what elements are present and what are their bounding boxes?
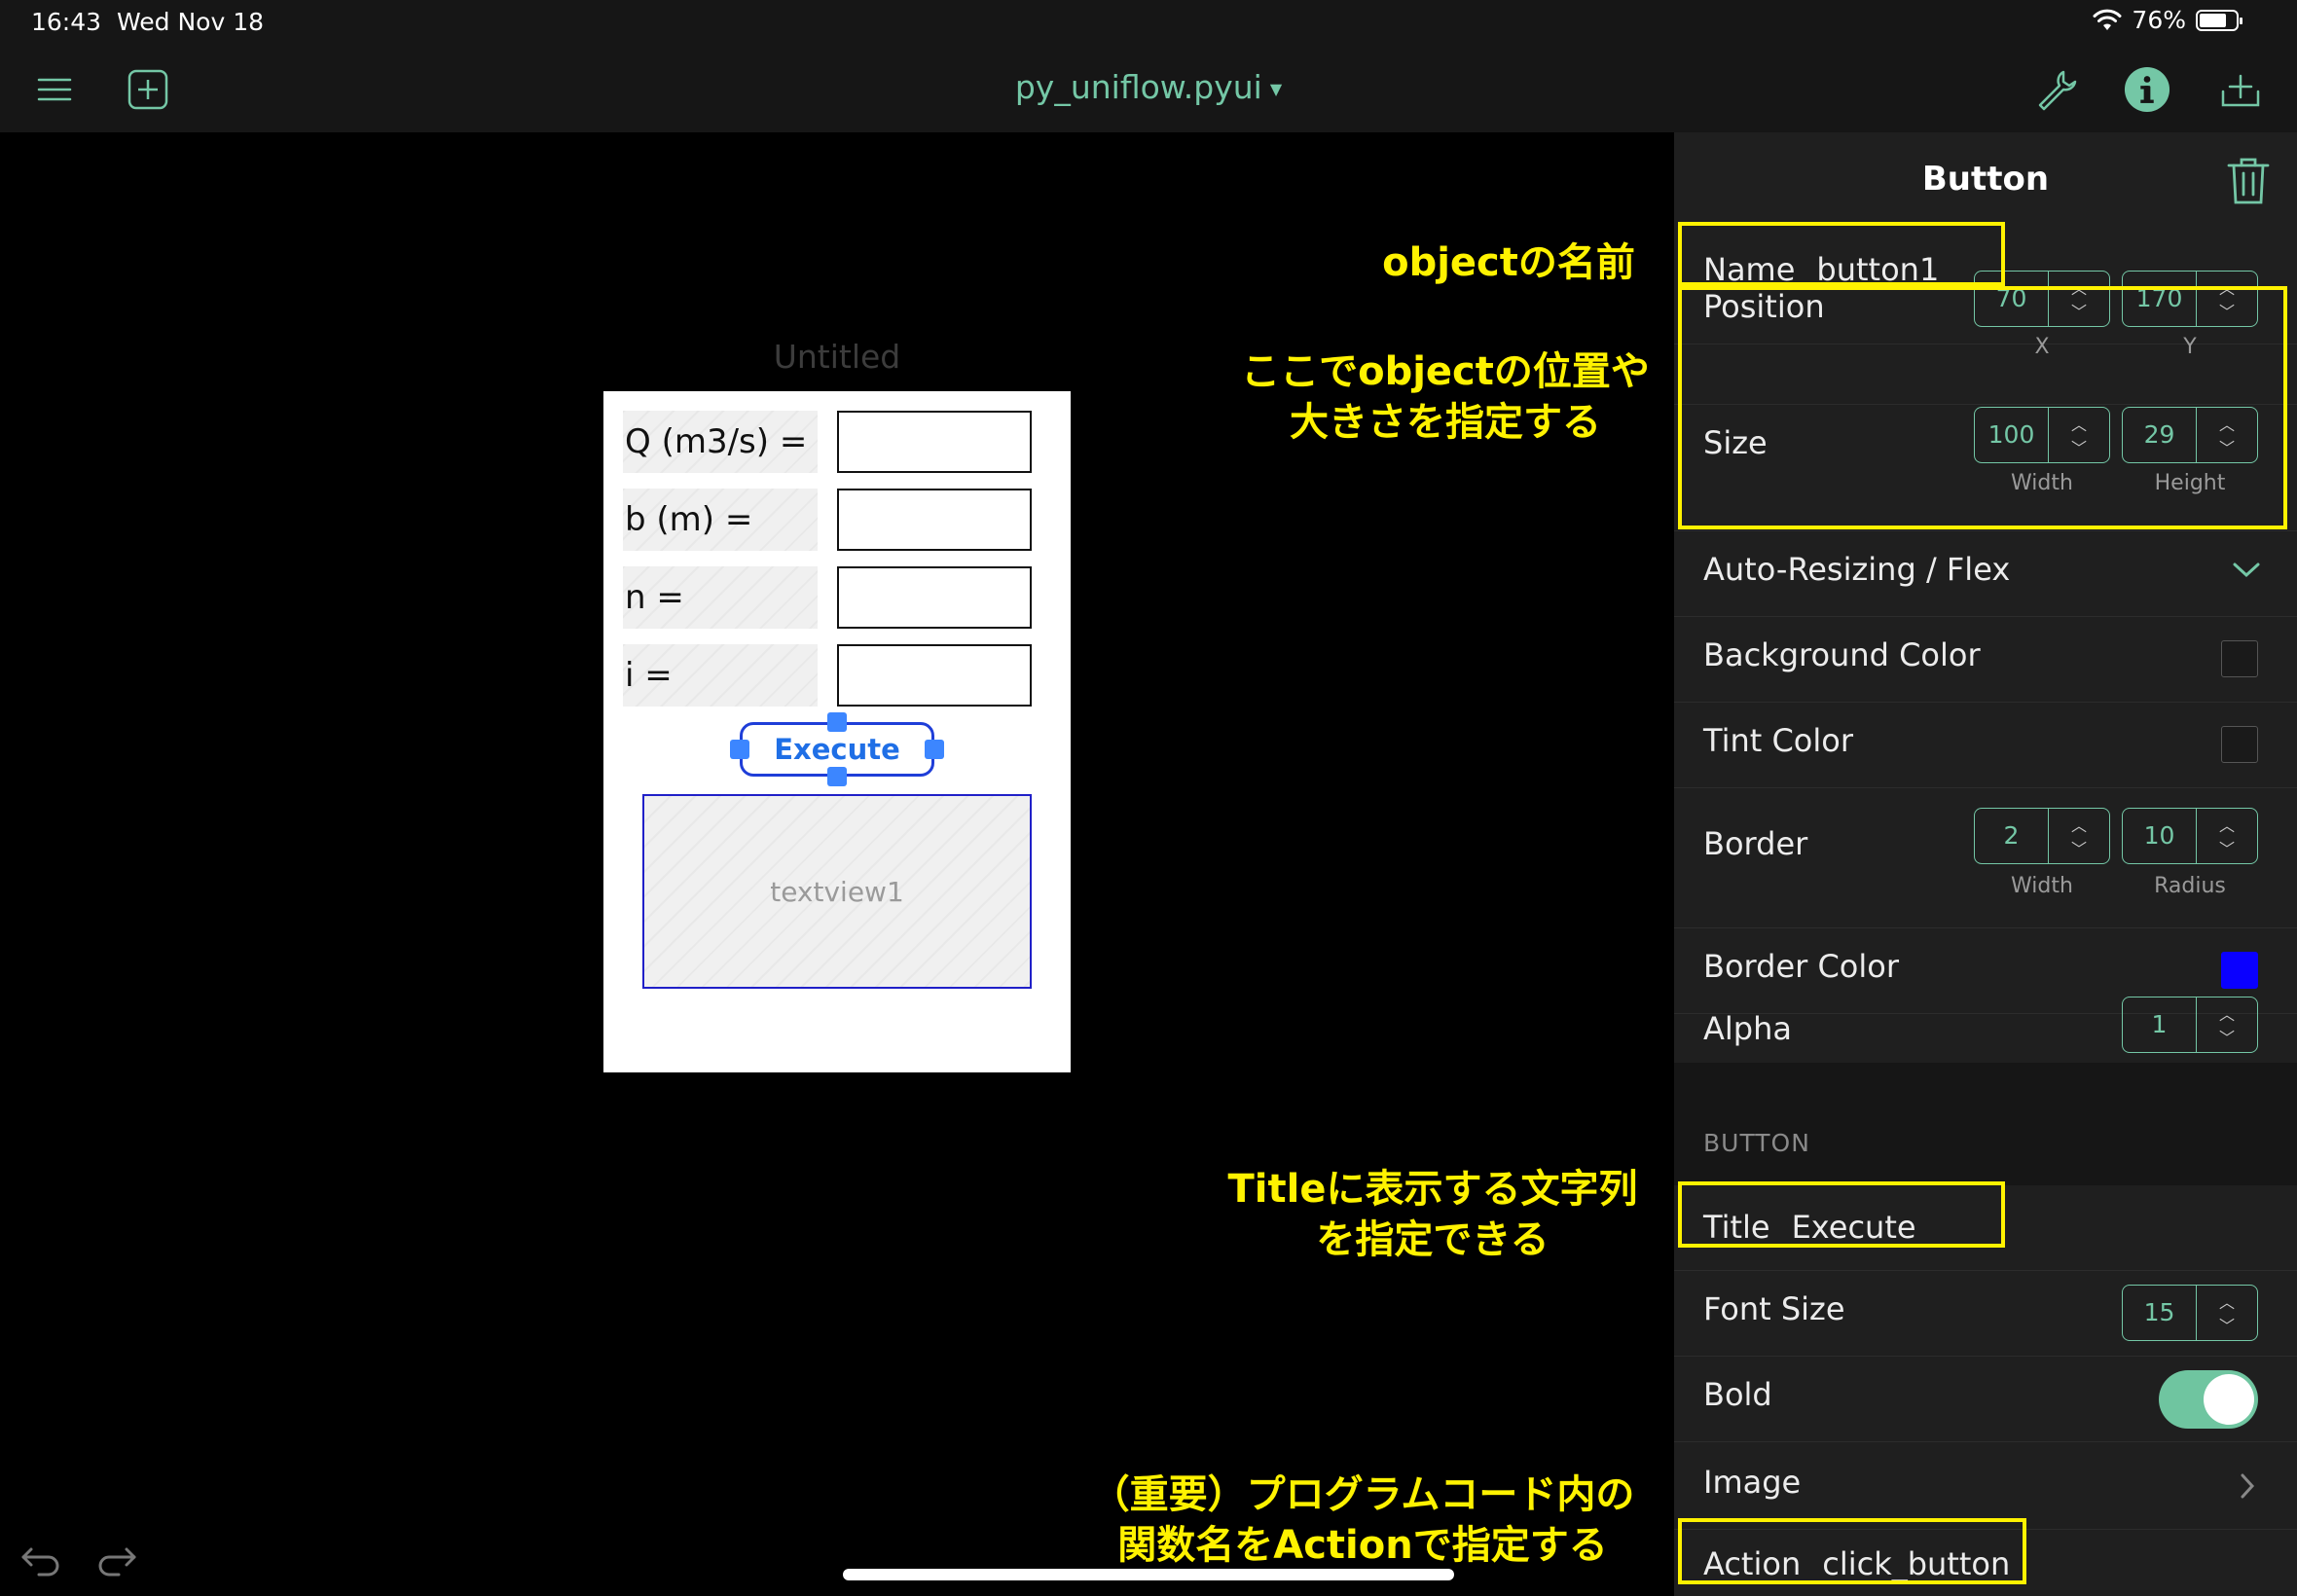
annotation-box-action xyxy=(1678,1518,2026,1584)
autoresize-label: Auto-Resizing / Flex xyxy=(1703,551,2011,588)
alpha-row: Alpha 1 ︿ ﹀ xyxy=(1674,997,2297,1063)
background-color-row[interactable]: Background Color xyxy=(1674,617,2297,703)
textfield-n[interactable] xyxy=(837,566,1032,629)
battery-percent: 76% xyxy=(2132,6,2186,34)
annotation-action-1: （重要）プログラムコード内の xyxy=(1090,1472,1635,1517)
chevron-up-icon[interactable]: ︿ xyxy=(2219,1289,2235,1313)
redo-icon[interactable] xyxy=(95,1536,138,1578)
image-row[interactable]: Image xyxy=(1674,1442,2297,1530)
chevron-down-icon[interactable]: ﹀ xyxy=(2219,1313,2235,1336)
background-color-label: Background Color xyxy=(1703,636,1981,673)
font-size-value[interactable]: 15 xyxy=(2123,1286,2197,1340)
label-q[interactable]: Q (m3/s) = xyxy=(623,411,818,473)
status-indicators: 76% xyxy=(2093,6,2242,34)
label-i[interactable]: i = xyxy=(623,644,818,707)
wrench-icon[interactable] xyxy=(2032,66,2079,113)
toggle-knob xyxy=(2204,1374,2254,1425)
view-title: Untitled xyxy=(773,338,901,376)
annotation-title-2: を指定できる xyxy=(1316,1217,1550,1262)
resize-handle-left[interactable] xyxy=(730,740,749,759)
wifi-icon xyxy=(2093,9,2122,30)
annotation-box-frame xyxy=(1678,286,2287,529)
tint-color-swatch[interactable] xyxy=(2221,726,2258,763)
chevron-down-icon[interactable]: ﹀ xyxy=(2219,1025,2235,1048)
inspector-title: Button xyxy=(1921,160,2050,199)
trash-icon[interactable] xyxy=(2225,156,2272,206)
bold-row: Bold xyxy=(1674,1357,2297,1442)
status-bar: 16:43 Wed Nov 18 76% xyxy=(0,0,2297,47)
chevron-right-icon[interactable] xyxy=(2239,1471,2256,1501)
autoresize-row[interactable]: Auto-Resizing / Flex xyxy=(1674,531,2297,617)
alpha-value[interactable]: 1 xyxy=(2123,998,2197,1052)
label-n[interactable]: n = xyxy=(623,566,818,629)
section-button-header: BUTTON xyxy=(1703,1129,1810,1157)
annotation-name: objectの名前 xyxy=(1382,240,1635,285)
bold-toggle[interactable] xyxy=(2159,1370,2258,1429)
annotation-box-title xyxy=(1678,1181,2005,1248)
label-b[interactable]: b (m) = xyxy=(623,489,818,551)
font-size-row: Font Size 15 ︿ ﹀ xyxy=(1674,1271,2297,1357)
chevron-down-icon: ▼ xyxy=(1269,80,1283,98)
add-to-view-icon[interactable] xyxy=(2217,66,2264,113)
textview-placeholder: textview1 xyxy=(770,875,904,908)
textfield-b[interactable] xyxy=(837,489,1032,551)
background-color-swatch[interactable] xyxy=(2221,640,2258,677)
bold-label: Bold xyxy=(1703,1376,1772,1413)
border-label: Border xyxy=(1703,825,1808,862)
chevron-down-icon[interactable] xyxy=(2231,561,2262,580)
resize-handle-top[interactable] xyxy=(827,712,847,732)
annotation-frame-2: 大きさを指定する xyxy=(1290,400,1601,445)
file-title[interactable]: py_uniflow.pyui ▼ xyxy=(0,68,2297,106)
tint-color-label: Tint Color xyxy=(1703,722,1853,759)
inspector-header: Button xyxy=(1674,132,2297,230)
alpha-stepper[interactable]: 1 ︿ ﹀ xyxy=(2122,997,2258,1053)
status-time: 16:43 xyxy=(31,8,102,36)
undo-icon[interactable] xyxy=(19,1536,62,1578)
border-radius-stepper[interactable]: 10 ︿ ﹀ xyxy=(2122,808,2258,864)
border-width-value[interactable]: 2 xyxy=(1975,809,2049,863)
border-radius-caption: Radius xyxy=(2154,874,2226,898)
section-divider xyxy=(1674,1063,2297,1185)
alpha-label: Alpha xyxy=(1703,1010,1792,1047)
info-icon[interactable] xyxy=(2124,66,2170,113)
border-width-caption: Width xyxy=(2011,874,2073,898)
annotation-action-2: 関数名をActionで指定する xyxy=(1117,1523,1608,1568)
battery-icon xyxy=(2196,9,2242,31)
textview[interactable]: textview1 xyxy=(642,794,1032,989)
border-width-stepper[interactable]: 2 ︿ ﹀ xyxy=(1974,808,2110,864)
font-size-stepper[interactable]: 15 ︿ ﹀ xyxy=(2122,1285,2258,1341)
border-row: Border 2 ︿ ﹀ 10 ︿ ﹀ Width Radius xyxy=(1674,788,2297,928)
chevron-up-icon[interactable]: ︿ xyxy=(2219,1001,2235,1025)
home-indicator xyxy=(843,1569,1454,1580)
annotation-box-name xyxy=(1678,222,2005,286)
resize-handle-right[interactable] xyxy=(925,740,944,759)
border-color-label: Border Color xyxy=(1703,948,1899,985)
textfield-i[interactable] xyxy=(837,644,1032,707)
font-size-label: Font Size xyxy=(1703,1290,1845,1327)
border-color-swatch[interactable] xyxy=(2221,952,2258,989)
border-radius-value[interactable]: 10 xyxy=(2123,809,2197,863)
annotation-frame-1: ここでobjectの位置や xyxy=(1241,349,1650,394)
chevron-up-icon[interactable]: ︿ xyxy=(2219,813,2235,836)
annotation-title-1: Titleに表示する文字列 xyxy=(1227,1167,1638,1212)
chevron-down-icon[interactable]: ﹀ xyxy=(2071,836,2087,859)
root-view[interactable]: Q (m3/s) = b (m) = n = i = Execute textv… xyxy=(603,391,1071,1072)
status-date: Wed Nov 18 xyxy=(117,8,265,36)
resize-handle-bottom[interactable] xyxy=(827,767,847,786)
nav-bar: py_uniflow.pyui ▼ xyxy=(0,47,2297,132)
image-label: Image xyxy=(1703,1464,1802,1501)
file-title-text: py_uniflow.pyui xyxy=(1014,68,1262,106)
tint-color-row[interactable]: Tint Color xyxy=(1674,703,2297,788)
chevron-up-icon[interactable]: ︿ xyxy=(2071,813,2087,836)
chevron-down-icon[interactable]: ﹀ xyxy=(2219,836,2235,859)
textfield-q[interactable] xyxy=(837,411,1032,473)
